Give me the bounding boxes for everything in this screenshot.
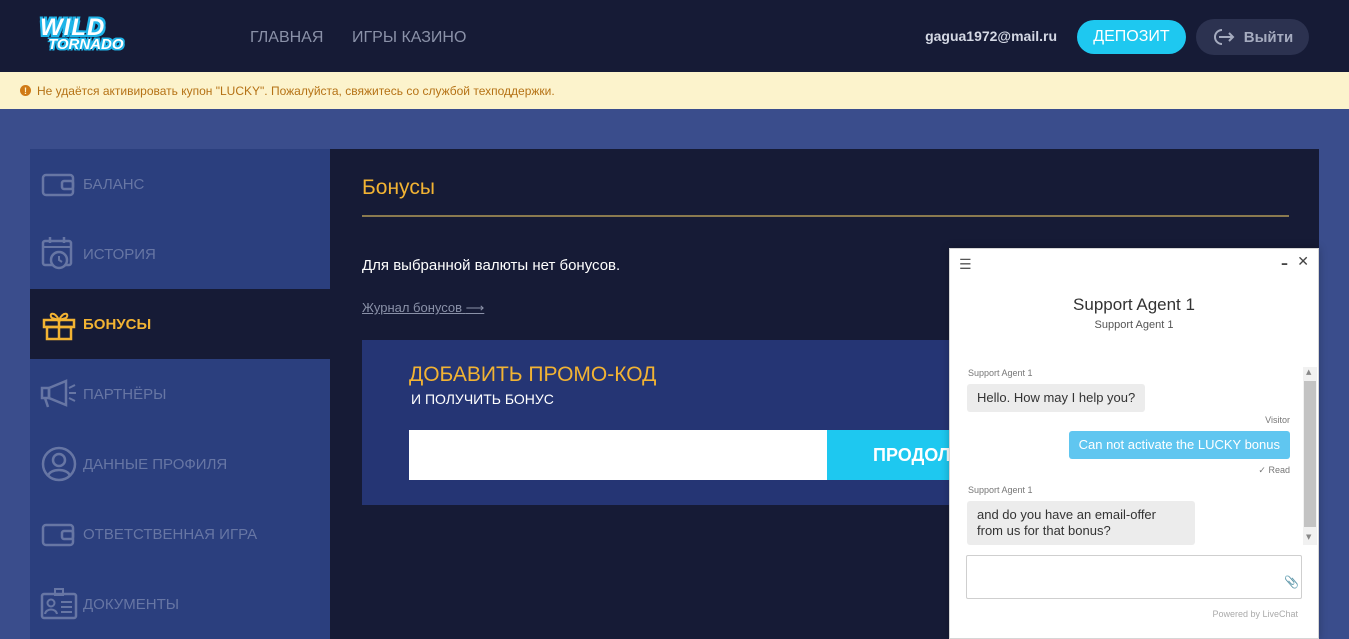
sidebar-item-label: Баланс [83,176,145,193]
sidebar-item-responsible-gaming[interactable]: Ответственная игра [30,499,330,569]
coupon-error-alert: ! Не удаётся активировать купон "LUCKY".… [0,72,1349,109]
minimize-icon[interactable]: – [1281,256,1288,272]
megaphone-icon [40,379,76,408]
wallet-icon [41,523,75,547]
chat-scrollbar-thumb[interactable] [1304,381,1316,527]
check-icon: ✓ [1258,465,1266,475]
nav-home[interactable]: Главная [250,29,323,47]
promo-continue-button[interactable]: Продолжить [827,430,952,480]
gift-icon [42,312,76,341]
logo-line-2: TORNADO [48,36,124,53]
scroll-down-icon[interactable]: ▼ [1306,533,1311,541]
sidebar-item-bonuses[interactable]: Бонусы [30,289,330,359]
chat-message-input[interactable] [966,555,1302,599]
journal-link-label: Журнал бонусов [362,300,463,315]
message-sender: Visitor [1265,415,1290,425]
user-email[interactable]: gagua1972@mail.ru [925,28,1057,44]
exclamation-icon: ! [20,85,31,96]
read-status: Read [1268,465,1290,475]
agent-name: Support Agent 1 [1073,295,1195,314]
top-header: WILD TORNADO Главная Игры казино gagua19… [0,0,1349,72]
sidebar-item-label: Данные профиля [83,456,228,473]
logout-button[interactable]: Выйти [1196,19,1309,55]
wallet-icon [41,173,75,197]
sidebar-item-label: Партнёры [83,386,167,403]
user-icon [41,446,77,482]
powered-by-livechat[interactable]: Powered by LiveChat [1212,609,1298,619]
logout-label: Выйти [1243,28,1294,46]
sidebar-item-label: История [83,246,156,263]
promo-title: Добавить промо-код [409,363,657,386]
read-receipt: ✓ Read [1258,465,1290,476]
sidebar-item-label: Ответственная игра [83,526,258,543]
bonus-journal-link[interactable]: Журнал бонусов ⟶ [362,300,484,316]
sidebar-item-documents[interactable]: Документы [30,569,330,639]
agent-role: Support Agent 1 [1094,319,1174,331]
chat-message: Can not activate the LUCKY bonus [1068,431,1290,459]
deposit-button[interactable]: Депозит [1077,20,1186,54]
promo-code-box: Добавить промо-код и получить бонус Прод… [362,340,952,505]
close-icon[interactable]: ✕ [1297,254,1309,270]
sidebar-item-label: Бонусы [83,316,152,333]
promo-subtitle: и получить бонус [411,391,554,407]
sidebar-item-balance[interactable]: Баланс [30,149,330,219]
paperclip-icon[interactable]: 📎 [1284,575,1299,589]
site-logo[interactable]: WILD TORNADO [38,12,142,60]
sidebar-item-history[interactable]: История [30,219,330,289]
sidebar-item-label: Документы [83,596,180,613]
promo-code-input[interactable] [409,430,827,480]
title-divider [362,215,1289,217]
alert-text: Не удаётся активировать купон "LUCKY". П… [37,83,555,98]
chat-message: and do you have an email-offer from us f… [967,501,1195,545]
scroll-up-icon[interactable]: ▲ [1306,368,1311,376]
nav-casino-games[interactable]: Игры казино [352,29,466,47]
chat-message: Hello. How may I help you? [967,384,1146,412]
account-sidebar: Баланс История Бонусы [30,149,330,639]
calendar-clock-icon [41,237,73,270]
id-card-icon [40,588,78,620]
logout-icon [1213,29,1235,45]
page-title: Бонусы [362,176,435,199]
hamburger-menu-icon[interactable]: ☰ [959,257,972,273]
livechat-widget: ☰ – ✕ Support Agent 1 Support Agent 1 Su… [949,248,1319,639]
message-sender: Support Agent 1 [968,485,1033,495]
sidebar-item-profile[interactable]: Данные профиля [30,429,330,499]
message-sender: Support Agent 1 [968,368,1033,378]
sidebar-item-partners[interactable]: Партнёры [30,359,330,429]
arrow-right-icon: ⟶ [465,300,485,315]
no-bonus-message: Для выбранной валюты нет бонусов. [362,257,621,274]
